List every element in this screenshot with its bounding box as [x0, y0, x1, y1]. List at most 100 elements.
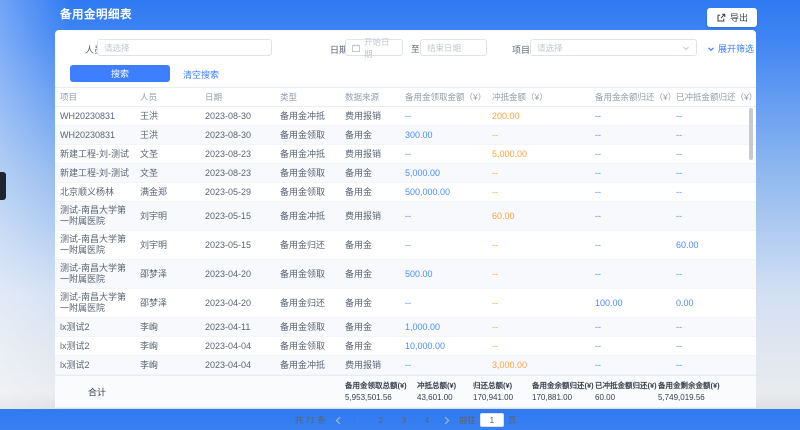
cell-received: 10,000.00	[405, 337, 492, 355]
table-row: lx测试2李峋2023-04-11备用金领取备用金1,000.00------	[55, 318, 756, 337]
cell-offset: --	[492, 318, 595, 336]
cell-received: --	[405, 145, 492, 163]
cell-date: 2023-04-11	[205, 318, 280, 336]
cell-date: 2023-05-29	[205, 183, 280, 201]
cell-project: 测试-南昌大学第一附属医院	[60, 260, 140, 288]
table-row: WH20230831王洪2023-08-30备用金冲抵费用报销--200.00-…	[55, 107, 756, 126]
total-item-label: 已冲抵金额归还(¥)	[595, 380, 657, 391]
cell-date: 2023-08-23	[205, 145, 280, 163]
cell-person: 文圣	[140, 164, 205, 182]
cell-balance-return: --	[595, 183, 676, 201]
total-item-label: 冲抵总额(¥)	[417, 380, 456, 391]
table-row: WH20230831王洪2023-08-30备用金领取备用金300.00----…	[55, 126, 756, 145]
cell-date: 2023-05-15	[205, 202, 280, 230]
total-item-value: 5,953,501.56	[345, 393, 407, 402]
cell-source: 备用金	[345, 126, 405, 144]
cell-offset-return: --	[676, 164, 752, 182]
cell-person: 李峋	[140, 356, 205, 374]
goto-label: 前往	[459, 414, 476, 426]
total-item-label: 归还总额(¥)	[473, 380, 513, 391]
total-item-label: 备用金剩余金额(¥)	[658, 380, 720, 391]
cell-person: 满金郑	[140, 183, 205, 201]
cell-received: 500,000.00	[405, 183, 492, 201]
person-select[interactable]: 请选择	[97, 39, 272, 56]
cell-type: 备用金冲抵	[280, 356, 345, 374]
cell-offset-return: --	[676, 183, 752, 201]
cell-type: 备用金归还	[280, 231, 345, 259]
table-scrollbar[interactable]	[749, 108, 753, 160]
cell-offset: 60.00	[492, 202, 595, 230]
cell-source: 备用金	[345, 231, 405, 259]
column-header: 冲抵金额（¥）	[492, 88, 595, 106]
page-button[interactable]: 3	[397, 415, 411, 425]
cell-type: 备用金归还	[280, 289, 345, 317]
next-page-button[interactable]	[443, 416, 450, 425]
cell-project: WH20230831	[60, 126, 140, 144]
total-item-value: 60.00	[595, 393, 657, 402]
cell-balance-return: 100.00	[595, 289, 676, 317]
calendar-icon	[352, 44, 360, 52]
total-item: 备用金剩余金额(¥)5,749,019.56	[658, 380, 720, 402]
cell-date: 2023-04-20	[205, 260, 280, 288]
cell-offset-return: --	[676, 337, 752, 355]
table-row: lx测试2李峋2023-04-04备用金领取备用金10,000.00------	[55, 337, 756, 356]
cell-offset: 200.00	[492, 107, 595, 125]
table-row: lx测试2李峋2023-04-04备用金冲抵费用报销--3,000.00----	[55, 356, 756, 375]
sidebar-collapse-handle[interactable]	[0, 172, 6, 200]
cell-source: 备用金	[345, 337, 405, 355]
date-end-input[interactable]: 结束日期	[420, 39, 487, 56]
cell-received: --	[405, 202, 492, 230]
export-button[interactable]: 导出	[707, 8, 757, 27]
column-header: 备用金领取金额（¥）	[405, 88, 492, 106]
clear-search-button[interactable]: 清空搜索	[183, 68, 219, 81]
goto-page-input[interactable]	[480, 413, 504, 427]
cell-balance-return: --	[595, 337, 676, 355]
cell-offset-return: 0.00	[676, 289, 752, 317]
cell-date: 2023-08-23	[205, 164, 280, 182]
cell-offset-return: --	[676, 260, 752, 288]
date-start-input[interactable]: 开始日期	[345, 39, 403, 56]
table-row: 北京顺义杨林满金郑2023-05-29备用金领取备用金500,000.00---…	[55, 183, 756, 202]
cell-offset-return: --	[676, 356, 752, 374]
cell-balance-return: --	[595, 356, 676, 374]
chevron-down-icon	[682, 44, 690, 52]
cell-offset-return: --	[676, 145, 752, 163]
cell-type: 备用金领取	[280, 337, 345, 355]
cell-date: 2023-08-30	[205, 107, 280, 125]
cell-project: lx测试2	[60, 318, 140, 336]
cell-type: 备用金领取	[280, 126, 345, 144]
page-button[interactable]: 4	[420, 415, 434, 425]
cell-date: 2023-04-04	[205, 337, 280, 355]
expand-filters-link[interactable]: 展开筛选	[707, 42, 754, 55]
pagination: 共 71 条 1234 前往 页	[55, 410, 756, 430]
cell-project: 测试-南昌大学第一附属医院	[60, 202, 140, 230]
action-bar: 搜索 清空搜索	[55, 65, 756, 87]
cell-project: 测试-南昌大学第一附属医院	[60, 231, 140, 259]
cell-offset: --	[492, 183, 595, 201]
page-button[interactable]: 2	[374, 415, 388, 425]
column-header: 数据来源	[345, 88, 405, 106]
page-title: 备用金明细表	[60, 0, 132, 30]
cell-project: lx测试2	[60, 356, 140, 374]
page-button[interactable]: 1	[351, 415, 365, 425]
cell-project: 新建工程-刘-测试	[60, 164, 140, 182]
search-button[interactable]: 搜索	[70, 65, 170, 82]
export-label: 导出	[730, 11, 748, 24]
cell-type: 备用金领取	[280, 183, 345, 201]
prev-page-button[interactable]	[335, 416, 342, 425]
cell-type: 备用金领取	[280, 164, 345, 182]
column-header: 日期	[205, 88, 280, 106]
cell-source: 费用报销	[345, 145, 405, 163]
table-row: 新建工程-刘-测试文圣2023-08-23备用金冲抵费用报销--5,000.00…	[55, 145, 756, 164]
total-item: 备用金余额归还(¥)170,881.00	[532, 380, 594, 402]
total-item: 归还总额(¥)170,941.00	[473, 380, 513, 402]
data-table: 项目人员日期类型数据来源备用金领取金额（¥）冲抵金额（¥）备用金余额归还（¥）已…	[55, 87, 756, 375]
cell-offset: --	[492, 337, 595, 355]
total-item-label: 备用金领取总额(¥)	[345, 380, 407, 391]
cell-balance-return: --	[595, 202, 676, 230]
total-item: 已冲抵金额归还(¥) 60.00	[595, 380, 657, 402]
project-select[interactable]: 请选择	[530, 39, 697, 56]
filter-bar: 人员 请选择 日期 开始日期 至 结束日期 项目 请选择 展开筛选	[55, 30, 756, 65]
chevron-right-icon	[443, 416, 450, 425]
cell-person: 邵梦泽	[140, 289, 205, 317]
